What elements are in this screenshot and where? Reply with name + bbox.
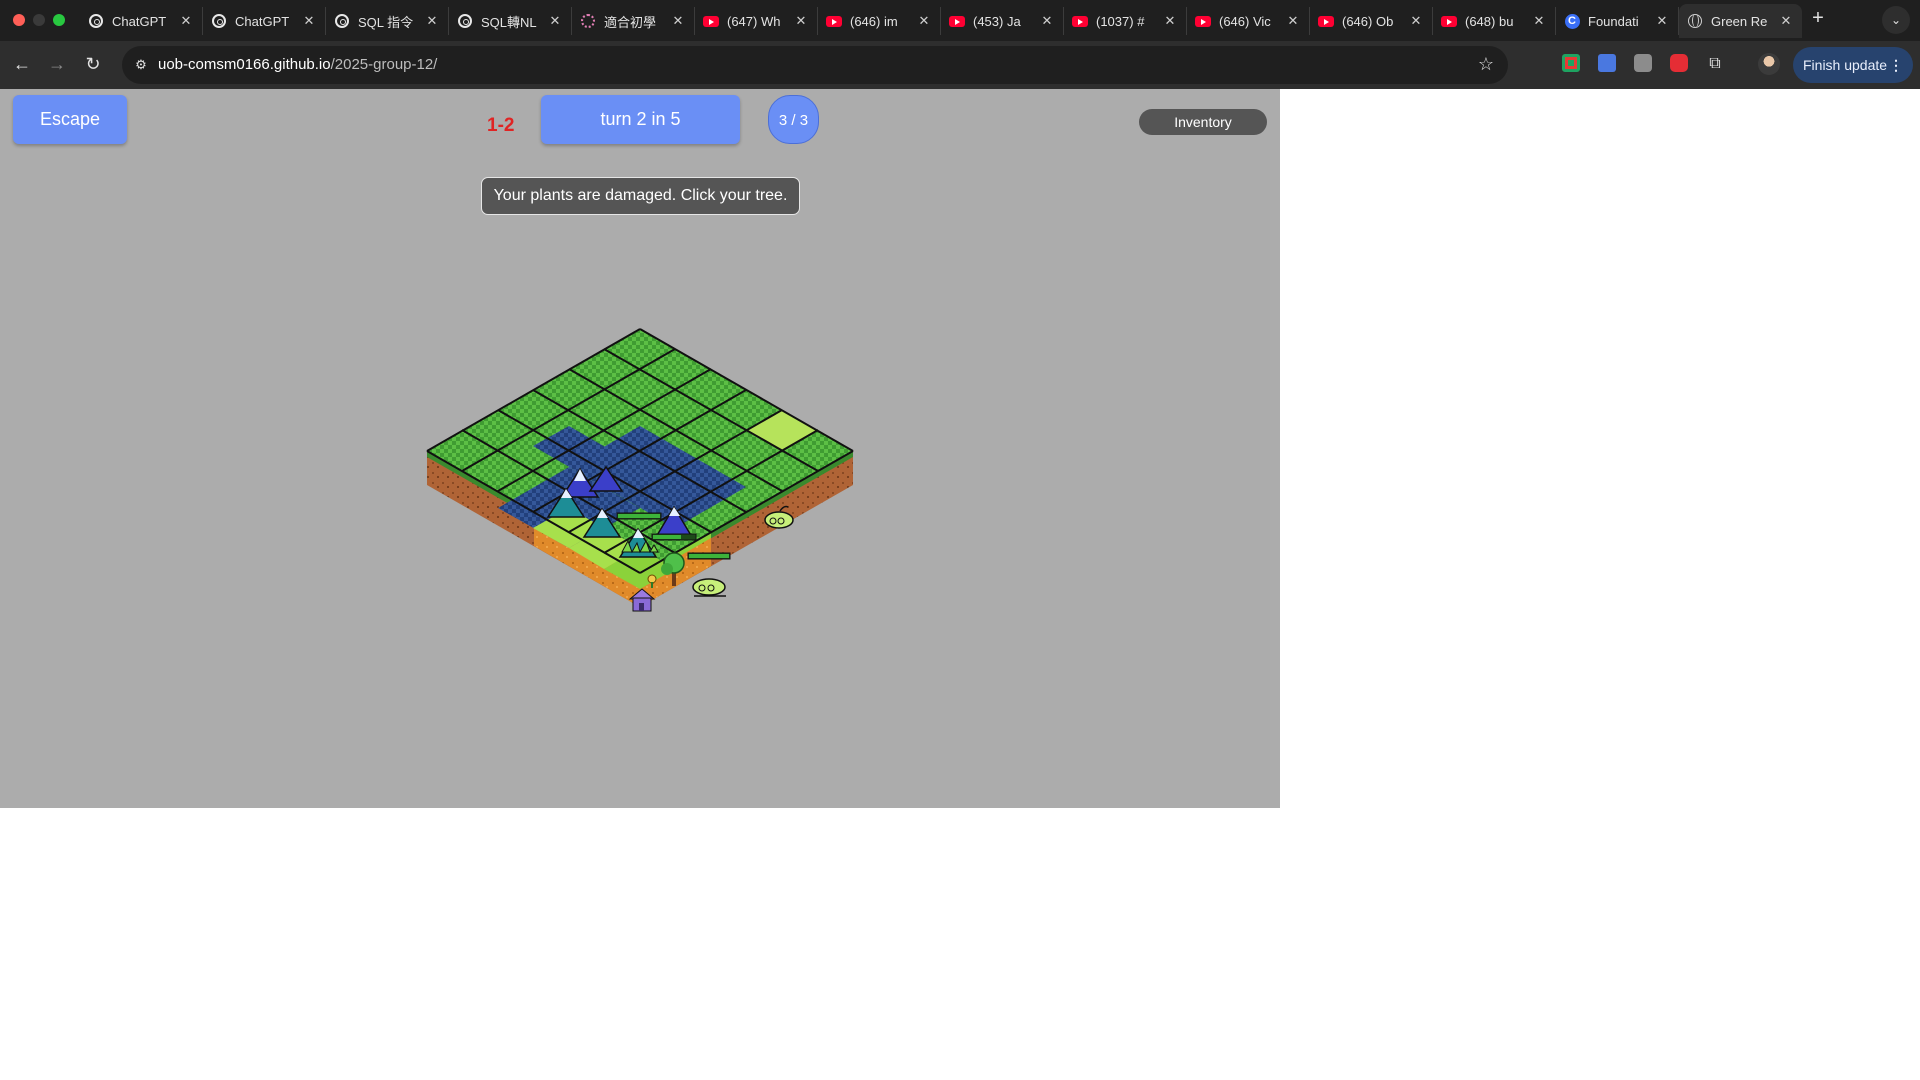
- tab-title: (646) Ob: [1342, 13, 1394, 29]
- globe-icon: [1687, 13, 1703, 29]
- browser-tab[interactable]: (646) Vic ✕: [1187, 7, 1310, 35]
- browser-tab[interactable]: (646) Ob ✕: [1310, 7, 1433, 35]
- tab-title: (453) Ja: [973, 13, 1021, 29]
- status-message: Your plants are damaged. Click your tree…: [481, 177, 800, 215]
- tab-close-icon[interactable]: ✕: [1285, 13, 1301, 29]
- youtube-icon: [703, 13, 719, 29]
- more-menu-icon: ⋮: [1889, 57, 1903, 73]
- browser-toolbar: ← → ↻ ⚙ uob-comsm0166.github.io/2025-gro…: [0, 41, 1920, 89]
- url-text[interactable]: uob-comsm0166.github.io/2025-group-12/: [158, 56, 437, 73]
- browser-tab[interactable]: ChatGPT ✕: [203, 7, 326, 35]
- youtube-icon: [1072, 13, 1088, 29]
- camera-extension-icon[interactable]: [1634, 54, 1652, 72]
- finish-update-button[interactable]: Finish update ⋮: [1793, 47, 1913, 83]
- tab-close-icon[interactable]: ✕: [1654, 13, 1670, 29]
- tab-close-icon[interactable]: ✕: [1778, 13, 1794, 29]
- extension-record-icon[interactable]: [1562, 54, 1580, 72]
- tab-close-icon[interactable]: ✕: [670, 13, 686, 29]
- tab-title: SQL 指令: [358, 14, 414, 30]
- tab-title: (646) im: [850, 13, 898, 29]
- tab-title: (1037) #: [1096, 13, 1145, 29]
- tab-title: SQL轉NL: [481, 14, 537, 30]
- pest-icon[interactable]: [692, 578, 726, 597]
- tab-close-icon[interactable]: ✕: [793, 13, 809, 29]
- youtube-icon: [1441, 13, 1457, 29]
- tab-close-icon[interactable]: ✕: [547, 13, 563, 29]
- close-window-button[interactable]: [13, 14, 25, 26]
- minimize-window-button[interactable]: [33, 14, 45, 26]
- site-settings-icon[interactable]: ⚙: [133, 57, 149, 73]
- tab-list: ChatGPT ✕ ChatGPT ✕ SQL 指令 ✕ SQL轉NL ✕ 適合初學 ✕ …: [80, 4, 1802, 41]
- health-bar: [687, 552, 731, 560]
- youtube-icon: [949, 13, 965, 29]
- tab-close-icon[interactable]: ✕: [301, 13, 317, 29]
- level-indicator: 1-2: [487, 115, 515, 136]
- tab-title: Foundati: [1588, 13, 1639, 29]
- tab-title: (648) bu: [1465, 13, 1514, 29]
- bookmark-star-icon[interactable]: ☆: [1478, 54, 1494, 75]
- youtube-extension-icon[interactable]: [1670, 54, 1688, 72]
- browser-tab[interactable]: SQL轉NL ✕: [449, 7, 572, 35]
- browser-tab[interactable]: (1037) # ✕: [1064, 7, 1187, 35]
- chatgpt-icon: [334, 13, 350, 29]
- browser-tab[interactable]: ChatGPT ✕: [80, 7, 203, 35]
- new-tab-button[interactable]: +: [1805, 7, 1831, 30]
- tab-close-icon[interactable]: ✕: [1408, 13, 1424, 29]
- browser-tab[interactable]: (646) im ✕: [818, 7, 941, 35]
- chatgpt-icon: [211, 13, 227, 29]
- browser-tab[interactable]: (647) Wh ✕: [695, 7, 818, 35]
- tab-title: (646) Vic: [1219, 13, 1271, 29]
- address-bar[interactable]: ⚙ uob-comsm0166.github.io/2025-group-12/…: [122, 46, 1508, 84]
- health-bar: [651, 533, 697, 541]
- inventory-button[interactable]: Inventory: [1139, 109, 1267, 135]
- tab-title: ChatGPT: [112, 13, 167, 29]
- translate-extension-icon[interactable]: [1598, 54, 1616, 72]
- maximize-window-button[interactable]: [53, 14, 65, 26]
- url-path: /2025-group-12/: [330, 56, 438, 73]
- action-count-button[interactable]: 3 / 3: [768, 95, 819, 144]
- dotted-circle-icon: [580, 13, 596, 29]
- tab-close-icon[interactable]: ✕: [178, 13, 194, 29]
- browser-tab[interactable]: (648) bu ✕: [1433, 7, 1556, 35]
- youtube-icon: [1195, 13, 1211, 29]
- browser-tab[interactable]: 適合初學 ✕: [572, 7, 695, 35]
- tab-close-icon[interactable]: ✕: [1039, 13, 1055, 29]
- tab-close-icon[interactable]: ✕: [1162, 13, 1178, 29]
- tab-title: ChatGPT: [235, 13, 290, 29]
- c-icon: C: [1564, 13, 1580, 29]
- tab-title: Green Re: [1711, 13, 1768, 29]
- reload-icon[interactable]: ↻: [82, 53, 104, 75]
- extensions-puzzle-icon[interactable]: ⧉: [1704, 53, 1726, 75]
- browser-tabstrip: ChatGPT ✕ ChatGPT ✕ SQL 指令 ✕ SQL轉NL ✕ 適合初學 ✕ …: [0, 0, 1920, 41]
- forward-arrow-icon[interactable]: →: [46, 53, 68, 75]
- tab-close-icon[interactable]: ✕: [1531, 13, 1547, 29]
- browser-tab[interactable]: C Foundati ✕: [1556, 7, 1679, 35]
- browser-tab-active[interactable]: Green Re ✕: [1679, 4, 1802, 38]
- chatgpt-icon: [88, 13, 104, 29]
- browser-tab[interactable]: SQL 指令 ✕: [326, 7, 449, 35]
- chatgpt-icon: [457, 13, 473, 29]
- tab-search-button[interactable]: ⌄: [1882, 6, 1910, 34]
- tab-close-icon[interactable]: ✕: [424, 13, 440, 29]
- url-host: uob-comsm0166.github.io: [158, 56, 331, 73]
- health-bar: [616, 512, 662, 520]
- youtube-icon: [1318, 13, 1334, 29]
- finish-update-label: Finish update: [1803, 57, 1888, 73]
- game-canvas[interactable]: Escape 1-2 turn 2 in 5 3 / 3 Inventory Y…: [0, 89, 1280, 808]
- escape-button[interactable]: Escape: [13, 95, 127, 144]
- browser-tab[interactable]: (453) Ja ✕: [941, 7, 1064, 35]
- tab-close-icon[interactable]: ✕: [916, 13, 932, 29]
- profile-avatar[interactable]: [1758, 53, 1780, 75]
- tab-title: 適合初學: [604, 14, 657, 30]
- tab-title: (647) Wh: [727, 13, 781, 29]
- turn-button[interactable]: turn 2 in 5: [541, 95, 740, 144]
- back-arrow-icon[interactable]: ←: [11, 53, 33, 75]
- youtube-icon: [826, 13, 842, 29]
